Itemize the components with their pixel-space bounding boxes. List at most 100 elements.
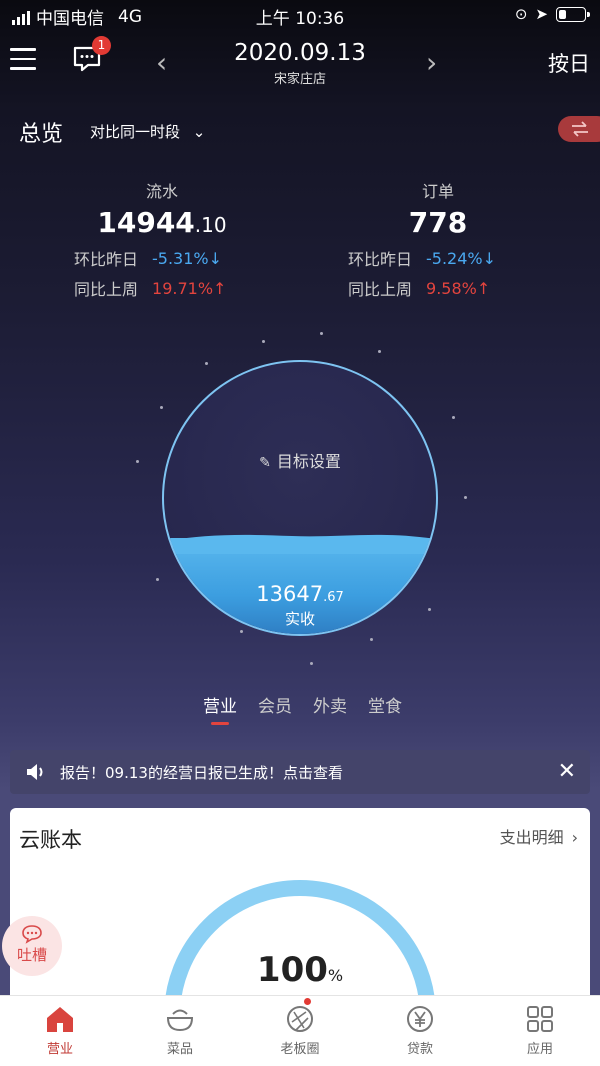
cloud-ledger-card: 云账本 支出明细 › 100% bbox=[10, 808, 590, 1008]
period-mode-button[interactable]: 按日 bbox=[548, 48, 590, 78]
battery-icon bbox=[556, 6, 590, 22]
tab-apps-label: 应用 bbox=[526, 1042, 553, 1057]
chevron-right-icon[interactable]: › bbox=[426, 46, 437, 79]
orders-dod: 环比昨日 -5.24%↓ bbox=[348, 246, 496, 270]
star-dot bbox=[205, 362, 208, 365]
location-icon: ➤ bbox=[535, 5, 548, 23]
pencil-icon: ✎ bbox=[259, 455, 271, 471]
daily-report-notice[interactable]: 报告！09.13的经营日报已生成！点击查看 ✕ bbox=[10, 750, 590, 794]
tab-dishes[interactable]: 菜品 bbox=[120, 996, 240, 1066]
revenue-dod-label: 环比昨日 bbox=[74, 250, 139, 269]
clock: 上午 10:36 bbox=[255, 9, 345, 29]
arrow-up-icon: ↑ bbox=[476, 278, 491, 298]
swap-arrows-icon bbox=[572, 121, 588, 137]
target-setting-button[interactable]: ✎ 目标设置 bbox=[164, 448, 436, 472]
progress-globe-area: ✎ 目标设置 13647.67 实收 bbox=[0, 320, 600, 680]
target-setting-label: 目标设置 bbox=[276, 452, 341, 471]
ledger-percent-number: 100 bbox=[256, 950, 328, 990]
tab-dishes-label: 菜品 bbox=[166, 1042, 193, 1057]
orders-dod-number: -5.24% bbox=[426, 248, 483, 268]
chat-bubble-icon bbox=[22, 925, 42, 944]
expense-detail-label: 支出明细 bbox=[499, 828, 564, 847]
revenue-label: 流水 bbox=[145, 182, 178, 201]
star-dot bbox=[262, 340, 265, 343]
business-tabs: 营业 会员 外卖 堂食 bbox=[203, 692, 402, 725]
top-nav: 1 ‹ 2020.09.13 宋家庄店 › 按日 bbox=[0, 32, 600, 92]
overview-title: 总览 bbox=[19, 122, 64, 147]
tab-loans[interactable]: 贷款 bbox=[360, 996, 480, 1066]
tab-loans-label: 贷款 bbox=[406, 1042, 433, 1057]
actual-income-value: 13647.67 bbox=[164, 582, 436, 606]
aperture-icon bbox=[287, 1006, 313, 1032]
revenue-dod-value: -5.31%↓ bbox=[152, 249, 222, 268]
expense-detail-link[interactable]: 支出明细 › bbox=[500, 824, 578, 848]
dish-icon bbox=[166, 1009, 194, 1032]
status-right: ⊙ ➤ bbox=[514, 5, 590, 23]
wave-icon bbox=[164, 534, 436, 554]
orders-wow: 同比上周 9.58%↑ bbox=[348, 276, 490, 300]
arrow-up-icon: ↑ bbox=[213, 278, 227, 298]
compare-label: 对比同一时段 bbox=[90, 123, 181, 141]
tab-boss-circle[interactable]: 老板圈 bbox=[240, 996, 360, 1066]
business-tab[interactable]: 外卖 bbox=[313, 692, 347, 717]
arrow-down-icon: ↓ bbox=[482, 248, 497, 268]
orders-wow-label: 同比上周 bbox=[348, 280, 413, 299]
star-dot bbox=[320, 332, 323, 335]
swap-button[interactable] bbox=[558, 116, 600, 142]
ledger-percent: 100% bbox=[10, 950, 590, 990]
revenue-dod-number: -5.31% bbox=[152, 248, 209, 268]
bottom-tab-bar: 营业 菜品 老板圈 贷款 应用 bbox=[0, 995, 600, 1066]
home-icon bbox=[47, 1007, 73, 1032]
actual-int: 13647 bbox=[256, 582, 324, 606]
orders-wow-value: 9.58%↑ bbox=[426, 279, 490, 298]
close-icon[interactable]: ✕ bbox=[558, 759, 576, 784]
speaker-icon bbox=[27, 764, 43, 780]
star-dot bbox=[370, 638, 373, 641]
orders-label: 订单 bbox=[421, 182, 454, 201]
overview-row: 总览 对比同一时段 ⌄ bbox=[0, 116, 600, 148]
star-dot bbox=[378, 350, 381, 353]
status-bar: 中国电信 4G 上午 10:36 ⊙ ➤ bbox=[0, 0, 600, 32]
orders-dod-value: -5.24%↓ bbox=[426, 249, 496, 268]
notice-text: 报告！09.13的经营日报已生成！点击查看 bbox=[60, 764, 343, 782]
feedback-button[interactable]: 吐槽 bbox=[2, 916, 62, 976]
ledger-percent-unit: % bbox=[327, 966, 344, 985]
revenue-stat: 流水 14944.10 bbox=[37, 178, 287, 239]
feedback-label: 吐槽 bbox=[16, 946, 47, 964]
notification-dot bbox=[304, 998, 311, 1005]
store-name: 宋家庄店 bbox=[273, 72, 326, 87]
orders-wow-number: 9.58% bbox=[426, 278, 477, 298]
cloud-ledger-title: 云账本 bbox=[19, 828, 82, 852]
revenue-wow-value: 19.71%↑ bbox=[152, 279, 226, 298]
current-date: 2020.09.13 bbox=[234, 40, 366, 66]
star-dot bbox=[156, 578, 159, 581]
yen-icon bbox=[407, 1006, 433, 1032]
orders-value: 778 bbox=[408, 206, 468, 239]
rotation-lock-icon: ⊙ bbox=[514, 5, 528, 23]
business-tab[interactable]: 堂食 bbox=[368, 692, 402, 717]
revenue-wow: 同比上周 19.71%↑ bbox=[74, 276, 226, 300]
compare-period-dropdown[interactable]: 对比同一时段 ⌄ bbox=[90, 121, 205, 142]
actual-dec: .67 bbox=[323, 590, 344, 605]
chevron-down-icon: ⌄ bbox=[192, 123, 206, 141]
revenue-wow-label: 同比上周 bbox=[74, 280, 139, 299]
actual-income-label: 实收 bbox=[284, 610, 315, 628]
tab-apps[interactable]: 应用 bbox=[480, 996, 600, 1066]
tab-business[interactable]: 营业 bbox=[0, 996, 120, 1066]
revenue-globe: ✎ 目标设置 13647.67 实收 bbox=[162, 360, 438, 636]
business-tab[interactable]: 营业 bbox=[203, 692, 237, 725]
battery-level bbox=[559, 9, 567, 19]
orders-dod-label: 环比昨日 bbox=[348, 250, 413, 269]
business-tab[interactable]: 会员 bbox=[258, 692, 292, 717]
revenue-dod: 环比昨日 -5.31%↓ bbox=[74, 246, 222, 270]
tab-boss-circle-label: 老板圈 bbox=[280, 1042, 320, 1057]
star-dot bbox=[452, 416, 455, 419]
star-dot bbox=[136, 460, 139, 463]
star-dot bbox=[160, 406, 163, 409]
revenue-value: 14944.10 bbox=[37, 206, 287, 239]
chevron-right-icon: › bbox=[571, 828, 578, 847]
star-dot bbox=[310, 662, 313, 665]
revenue-int: 14944 bbox=[97, 206, 195, 239]
tab-business-label: 营业 bbox=[46, 1042, 73, 1057]
revenue-wow-number: 19.71% bbox=[152, 278, 214, 298]
